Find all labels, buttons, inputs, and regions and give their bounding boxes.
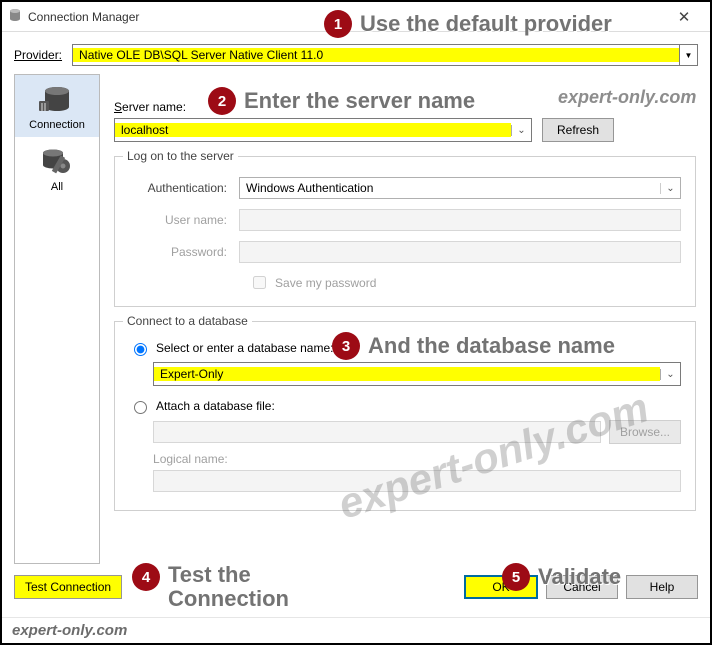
save-password-checkbox bbox=[253, 276, 266, 289]
db-name-combo[interactable]: Expert-Only ⌄ bbox=[153, 362, 681, 386]
username-input bbox=[239, 209, 681, 231]
chevron-down-icon: ⌄ bbox=[660, 183, 680, 194]
logical-name-label: Logical name: bbox=[153, 452, 681, 466]
db-group: Connect to a database Select or enter a … bbox=[114, 321, 696, 511]
db-name-value: Expert-Only bbox=[154, 367, 660, 381]
test-connection-button[interactable]: Test Connection bbox=[14, 575, 122, 599]
chevron-down-icon: ⌄ bbox=[660, 369, 680, 380]
db-attach-radio-row[interactable]: Attach a database file: bbox=[129, 398, 681, 414]
server-name-value: localhost bbox=[115, 123, 511, 137]
db-legend: Connect to a database bbox=[123, 314, 252, 328]
db-select-radio[interactable] bbox=[134, 343, 147, 356]
username-label: User name: bbox=[129, 213, 239, 227]
provider-value: Native OLE DB\SQL Server Native Client 1… bbox=[73, 48, 679, 62]
provider-label: Provider: bbox=[14, 48, 62, 62]
auth-value: Windows Authentication bbox=[240, 181, 660, 195]
db-attach-radio[interactable] bbox=[134, 401, 147, 414]
password-input bbox=[239, 241, 681, 263]
save-password-row: Save my password bbox=[249, 273, 681, 292]
side-tabs: Connection All bbox=[14, 74, 100, 564]
refresh-button[interactable]: Refresh bbox=[542, 118, 614, 142]
tab-all[interactable]: All bbox=[15, 137, 99, 199]
logical-name-input bbox=[153, 470, 681, 492]
db-icon bbox=[8, 8, 22, 25]
close-button[interactable]: ✕ bbox=[664, 8, 704, 26]
browse-button: Browse... bbox=[609, 420, 681, 444]
tab-connection[interactable]: Connection bbox=[15, 75, 99, 137]
chevron-down-icon: ▼ bbox=[679, 45, 697, 65]
tab-all-label: All bbox=[51, 181, 63, 193]
chevron-down-icon: ⌄ bbox=[511, 125, 531, 136]
attach-file-input bbox=[153, 421, 601, 443]
save-password-label: Save my password bbox=[275, 276, 376, 290]
db-select-label: Select or enter a database name: bbox=[156, 341, 333, 355]
ok-button[interactable]: OK bbox=[464, 575, 538, 599]
server-name-combo[interactable]: localhost ⌄ bbox=[114, 118, 532, 142]
password-label: Password: bbox=[129, 245, 239, 259]
logon-group: Log on to the server Authentication: Win… bbox=[114, 156, 696, 307]
server-name-label: Server name: bbox=[114, 100, 186, 114]
db-select-radio-row[interactable]: Select or enter a database name: bbox=[129, 340, 681, 356]
content: Server name: localhost ⌄ Refresh Log on … bbox=[100, 74, 710, 564]
bottom-buttons: Test Connection OK Cancel Help bbox=[14, 575, 698, 599]
auth-combo[interactable]: Windows Authentication ⌄ bbox=[239, 177, 681, 199]
auth-label: Authentication: bbox=[129, 181, 239, 195]
db-attach-label: Attach a database file: bbox=[156, 399, 275, 413]
help-button[interactable]: Help bbox=[626, 575, 698, 599]
tab-connection-label: Connection bbox=[29, 119, 85, 131]
provider-row: Provider: Native OLE DB\SQL Server Nativ… bbox=[2, 32, 710, 74]
footer: expert-only.com bbox=[2, 617, 710, 643]
server-label-row: Server name: bbox=[114, 100, 696, 114]
main-area: Connection All Server name: localhost bbox=[2, 74, 710, 564]
provider-combo[interactable]: Native OLE DB\SQL Server Native Client 1… bbox=[72, 44, 698, 66]
cancel-button[interactable]: Cancel bbox=[546, 575, 618, 599]
logon-legend: Log on to the server bbox=[123, 149, 238, 163]
window-title: Connection Manager bbox=[28, 10, 139, 24]
titlebar: Connection Manager ✕ bbox=[2, 2, 710, 32]
